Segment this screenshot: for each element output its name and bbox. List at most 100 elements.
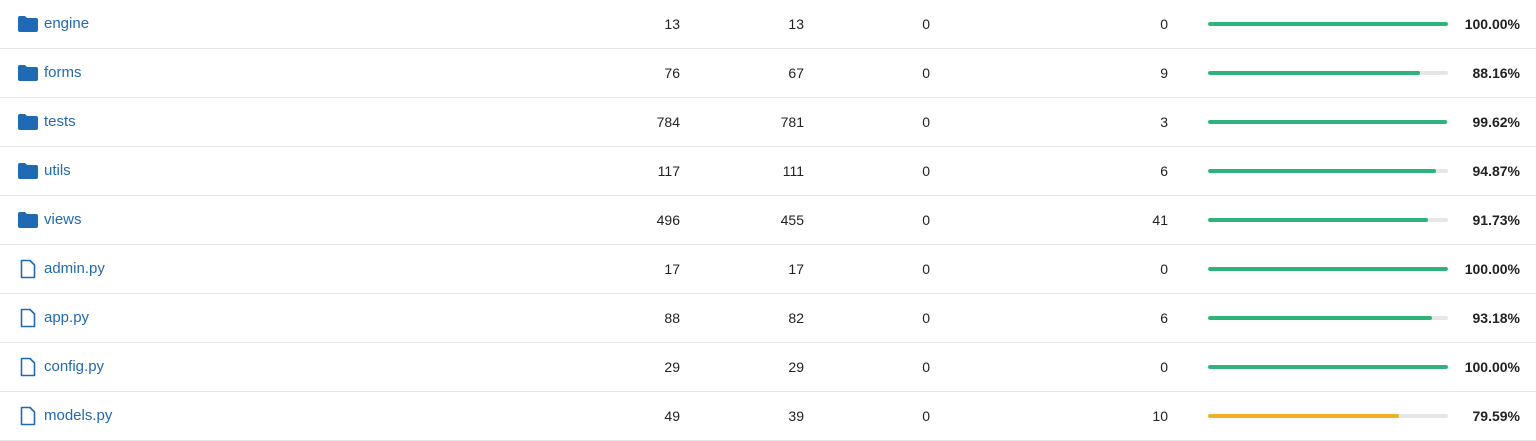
coverage-percent: 99.62% — [1472, 114, 1520, 130]
coverage-bar — [1208, 218, 1448, 222]
excluded-value: 0 — [922, 408, 930, 424]
statements-value: 496 — [656, 212, 680, 228]
table-row: admin.py 17 17 0 0 100.00% — [0, 245, 1536, 294]
statements-value: 76 — [664, 65, 680, 81]
coverage-bar — [1208, 316, 1448, 320]
missing-value: 0 — [1160, 261, 1168, 277]
covered-value: 67 — [788, 65, 804, 81]
excluded-value: 0 — [922, 261, 930, 277]
missing-value: 41 — [1152, 212, 1168, 228]
coverage-bar-fill — [1208, 218, 1429, 222]
missing-value: 3 — [1160, 114, 1168, 130]
name-cell: admin.py — [18, 245, 105, 293]
file-icon — [18, 308, 38, 328]
statements-value: 117 — [657, 163, 680, 179]
coverage-table: engine 13 13 0 0 100.00% forms 76 67 0 9… — [0, 0, 1536, 441]
file-link[interactable]: app.py — [44, 294, 89, 342]
coverage-bar — [1208, 120, 1448, 124]
folder-icon — [18, 14, 38, 34]
coverage-percent: 93.18% — [1472, 310, 1520, 326]
table-row: utils 117 111 0 6 94.87% — [0, 147, 1536, 196]
excluded-value: 0 — [922, 65, 930, 81]
statements-value: 13 — [664, 16, 680, 32]
table-row: views 496 455 0 41 91.73% — [0, 196, 1536, 245]
statements-value: 29 — [664, 359, 680, 375]
coverage-bar-fill — [1208, 316, 1432, 320]
excluded-value: 0 — [922, 359, 930, 375]
folder-link[interactable]: utils — [44, 147, 71, 195]
file-link[interactable]: config.py — [44, 343, 104, 391]
missing-value: 10 — [1152, 408, 1168, 424]
excluded-value: 0 — [922, 163, 930, 179]
folder-link[interactable]: engine — [44, 0, 89, 48]
folder-icon — [18, 161, 38, 181]
missing-value: 0 — [1160, 16, 1168, 32]
coverage-bar — [1208, 267, 1448, 271]
coverage-bar-fill — [1208, 22, 1448, 26]
file-icon — [18, 259, 38, 279]
name-cell: config.py — [18, 343, 104, 391]
covered-value: 781 — [780, 114, 804, 130]
covered-value: 82 — [788, 310, 804, 326]
coverage-bar-fill — [1208, 267, 1448, 271]
coverage-percent: 79.59% — [1472, 408, 1520, 424]
name-cell: tests — [18, 98, 76, 146]
table-row: models.py 49 39 0 10 79.59% — [0, 392, 1536, 441]
table-row: engine 13 13 0 0 100.00% — [0, 0, 1536, 49]
excluded-value: 0 — [922, 114, 930, 130]
name-cell: utils — [18, 147, 71, 195]
excluded-value: 0 — [922, 310, 930, 326]
folder-icon — [18, 210, 38, 230]
coverage-percent: 100.00% — [1464, 359, 1520, 375]
coverage-bar-fill — [1208, 120, 1448, 124]
excluded-value: 0 — [922, 16, 930, 32]
missing-value: 9 — [1160, 65, 1168, 81]
covered-value: 111 — [782, 163, 804, 179]
name-cell: views — [18, 196, 82, 244]
coverage-bar — [1208, 169, 1448, 173]
name-cell: engine — [18, 0, 89, 48]
file-icon — [18, 357, 38, 377]
folder-link[interactable]: views — [44, 196, 82, 244]
table-row: app.py 88 82 0 6 93.18% — [0, 294, 1536, 343]
excluded-value: 0 — [922, 212, 930, 228]
folder-link[interactable]: tests — [44, 98, 76, 146]
statements-value: 17 — [664, 261, 680, 277]
coverage-bar — [1208, 71, 1448, 75]
folder-link[interactable]: forms — [44, 49, 82, 97]
coverage-percent: 91.73% — [1472, 212, 1520, 228]
coverage-bar — [1208, 414, 1448, 418]
file-link[interactable]: models.py — [44, 392, 112, 440]
coverage-percent: 100.00% — [1464, 261, 1520, 277]
file-icon — [18, 406, 38, 426]
name-cell: models.py — [18, 392, 112, 440]
coverage-bar-fill — [1208, 169, 1436, 173]
missing-value: 6 — [1160, 163, 1168, 179]
file-link[interactable]: admin.py — [44, 245, 105, 293]
covered-value: 39 — [788, 408, 804, 424]
missing-value: 6 — [1160, 310, 1168, 326]
coverage-percent: 88.16% — [1472, 65, 1520, 81]
coverage-bar-fill — [1208, 71, 1420, 75]
name-cell: forms — [18, 49, 82, 97]
coverage-bar — [1208, 22, 1448, 26]
coverage-bar-fill — [1208, 365, 1448, 369]
covered-value: 17 — [788, 261, 804, 277]
table-row: forms 76 67 0 9 88.16% — [0, 49, 1536, 98]
table-row: config.py 29 29 0 0 100.00% — [0, 343, 1536, 392]
statements-value: 784 — [656, 114, 680, 130]
folder-icon — [18, 63, 38, 83]
missing-value: 0 — [1160, 359, 1168, 375]
covered-value: 13 — [788, 16, 804, 32]
coverage-percent: 100.00% — [1464, 16, 1520, 32]
coverage-bar-fill — [1208, 414, 1400, 418]
coverage-percent: 94.87% — [1472, 163, 1520, 179]
table-row: tests 784 781 0 3 99.62% — [0, 98, 1536, 147]
statements-value: 88 — [664, 310, 680, 326]
folder-icon — [18, 112, 38, 132]
coverage-bar — [1208, 365, 1448, 369]
covered-value: 455 — [780, 212, 804, 228]
statements-value: 49 — [664, 408, 680, 424]
covered-value: 29 — [788, 359, 804, 375]
name-cell: app.py — [18, 294, 89, 342]
